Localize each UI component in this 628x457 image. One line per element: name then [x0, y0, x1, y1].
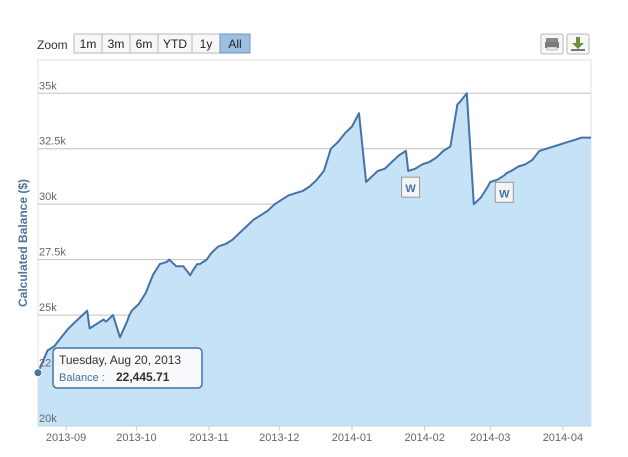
zoom-button-ytd[interactable]: YTD [157, 33, 193, 54]
tooltip-value: 22,445.71 [116, 370, 170, 384]
zoom-label: Zoom [37, 38, 68, 52]
x-tick-label: 2014-01 [332, 432, 372, 444]
zoom-button-3m[interactable]: 3m [101, 33, 131, 54]
flag-marker[interactable]: W [401, 176, 421, 198]
zoom-button-label: 6m [136, 37, 153, 51]
tooltip-series-label: Balance : [59, 372, 105, 384]
x-tick-label: 2014-03 [470, 432, 510, 444]
x-tick-label: 2014-02 [404, 432, 444, 444]
y-tick-label: 27.5k [39, 247, 66, 259]
print-button[interactable] [540, 33, 564, 55]
zoom-button-label: 1y [200, 37, 213, 51]
y-tick-label: 25k [39, 302, 57, 314]
x-tick-label: 2014-04 [543, 432, 583, 444]
zoom-button-label: 3m [108, 37, 125, 51]
zoom-button-all[interactable]: All [219, 33, 251, 54]
y-tick-label: 30k [39, 191, 57, 203]
x-tick-label: 2013-10 [116, 432, 156, 444]
y-tick-label: 35k [39, 80, 57, 92]
x-tick-label: 2013-12 [259, 432, 299, 444]
zoom-button-label: All [228, 37, 241, 51]
zoom-button-1y[interactable]: 1y [191, 33, 221, 54]
flag-marker[interactable]: W [494, 181, 514, 203]
zoom-button-6m[interactable]: 6m [129, 33, 159, 54]
y-axis-title: Calculated Balance ($) [16, 179, 30, 307]
zoom-button-label: YTD [163, 37, 187, 51]
tooltip-date: Tuesday, Aug 20, 2013 [59, 353, 181, 367]
tooltip-point-marker [33, 368, 43, 378]
x-axis-ticks: 2013-09 2013-10 2013-11 2013-12 2014-01 2014-… [46, 426, 583, 444]
x-tick-label: 2013-11 [189, 432, 229, 444]
zoom-toolbar: Zoom 1m 3m 6m YTD 1y All [37, 33, 251, 54]
download-button[interactable] [566, 33, 590, 55]
tooltip: Tuesday, Aug 20, 2013 Balance : 22,445.7… [33, 347, 203, 389]
y-tick-label: 32.5k [39, 136, 66, 148]
zoom-button-1m[interactable]: 1m [73, 33, 103, 54]
zoom-button-label: 1m [80, 37, 97, 51]
flag-label: W [405, 183, 416, 195]
balance-chart: Zoom 1m3m6mYTD1yAll 20k22.5k25k27.5k30k3… [16, 33, 592, 444]
flag-label: W [499, 188, 510, 200]
print-icon [545, 38, 559, 51]
x-tick-label: 2013-09 [46, 432, 86, 444]
y-tick-label: 20k [39, 413, 57, 425]
